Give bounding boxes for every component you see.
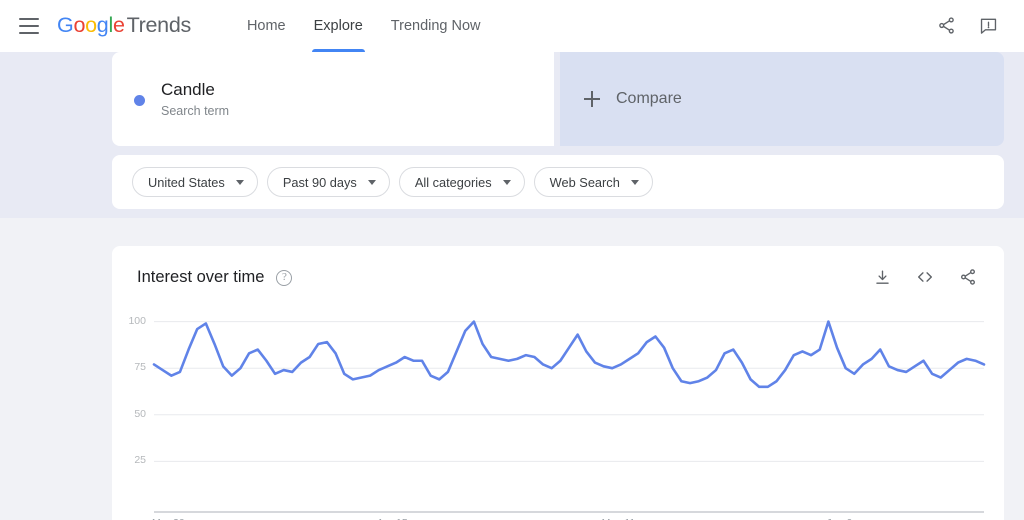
- series-color-dot: [134, 94, 145, 106]
- logo-letter: o: [85, 13, 97, 37]
- compare-button[interactable]: Compare: [560, 52, 1004, 146]
- hamburger-menu-icon[interactable]: [19, 17, 39, 34]
- top-bar-actions: [934, 14, 1000, 38]
- help-icon[interactable]: ?: [276, 270, 293, 286]
- chevron-down-icon: [235, 179, 244, 185]
- search-term-name: Candle: [161, 79, 215, 99]
- time-range-filter-label: Past 90 days: [282, 174, 357, 190]
- hamburger-line: [19, 31, 39, 34]
- download-csv-icon[interactable]: [872, 267, 892, 287]
- chevron-down-icon: [502, 179, 511, 185]
- category-filter[interactable]: All categories: [398, 167, 525, 197]
- nav-tab-home[interactable]: Home: [233, 0, 300, 52]
- logo-letter: e: [112, 13, 125, 37]
- google-trends-page: Go o g l e Trends Home Explore Trending Now: [0, 0, 1024, 520]
- nav-tab-explore[interactable]: Explore: [300, 0, 377, 52]
- top-navigation-bar: Go o g l e Trends Home Explore Trending Now: [0, 0, 1024, 52]
- search-term-text: Candle Search term: [161, 79, 229, 120]
- feedback-icon[interactable]: [976, 14, 1000, 38]
- chart-actions: [872, 267, 978, 287]
- search-type-filter-label: Web Search: [549, 174, 620, 190]
- y-axis-tick-label: 25: [134, 454, 146, 467]
- chart-plot-area[interactable]: 255075100 Mar 20Apr 15May 11Jun 6: [112, 308, 1004, 520]
- search-term-card[interactable]: Candle Search term: [112, 52, 554, 146]
- logo-letter: g: [96, 13, 109, 37]
- y-axis-tick-label: 75: [134, 361, 146, 374]
- compare-label: Compare: [616, 90, 682, 107]
- location-filter-label: United States: [148, 174, 225, 190]
- y-axis-tick-label: 100: [128, 314, 146, 327]
- query-row: Candle Search term Compare: [112, 52, 1004, 146]
- search-type-filter[interactable]: Web Search: [533, 167, 653, 197]
- hamburger-line: [19, 17, 39, 20]
- location-filter[interactable]: United States: [132, 167, 258, 197]
- main-nav-tabs: Home Explore Trending Now: [233, 0, 495, 52]
- chart-card-header: Interest over time ?: [112, 246, 1004, 308]
- y-axis-tick-label: 50: [134, 407, 146, 420]
- chevron-down-icon: [367, 179, 376, 185]
- interest-over-time-card: Interest over time ? 25 50 75 100: [112, 246, 1004, 520]
- page-title: Interest over time: [137, 267, 265, 286]
- share-icon[interactable]: [934, 14, 958, 38]
- interest-over-time-line-chart: [152, 320, 986, 513]
- logo-letter: G: [57, 13, 74, 37]
- nav-tab-trending-now[interactable]: Trending Now: [377, 0, 495, 52]
- logo-trends-word: Trends: [126, 13, 192, 37]
- google-trends-logo[interactable]: Go o g l e Trends: [57, 13, 191, 38]
- hamburger-line: [19, 24, 39, 27]
- share-chart-icon[interactable]: [958, 267, 978, 287]
- series-line-candle: [152, 320, 986, 389]
- filters-bar: United States Past 90 days All categorie…: [112, 155, 1004, 209]
- plus-icon: [584, 91, 600, 107]
- category-filter-label: All categories: [414, 174, 492, 190]
- search-term-type: Search term: [161, 103, 230, 118]
- time-range-filter[interactable]: Past 90 days: [266, 167, 390, 197]
- chart-gridlines: [154, 321, 984, 462]
- logo-letter: o: [73, 13, 86, 37]
- chevron-down-icon: [630, 179, 639, 185]
- embed-code-icon[interactable]: [915, 267, 935, 287]
